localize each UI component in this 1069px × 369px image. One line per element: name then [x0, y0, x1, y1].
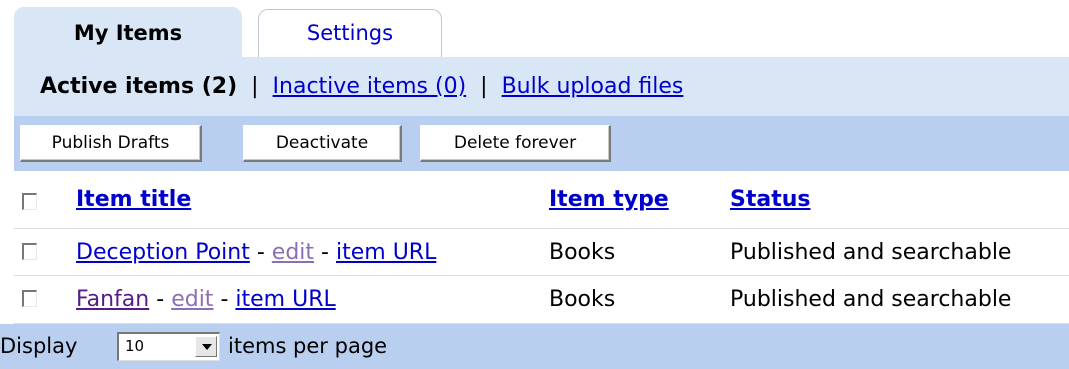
tab-my-items[interactable]: My Items — [14, 7, 242, 57]
action-toolbar: Publish Drafts Deactivate Delete forever — [14, 116, 1069, 171]
item-title-link[interactable]: Fanfan — [76, 287, 149, 312]
table-row: Deception Point - edit - item URL Books … — [14, 228, 1069, 276]
items-per-page-value: 10 — [125, 337, 145, 355]
sort-item-type-link[interactable]: Item type — [549, 187, 669, 212]
display-label: Display — [0, 334, 78, 358]
item-type-cell: Books — [549, 240, 616, 265]
sort-status-link[interactable]: Status — [730, 187, 810, 212]
status-cell: Published and searchable — [730, 240, 1012, 265]
publish-drafts-button[interactable]: Publish Drafts — [20, 125, 202, 162]
dash-separator: - — [220, 287, 229, 312]
separator: | — [480, 74, 488, 99]
chevron-down-icon[interactable] — [195, 336, 217, 357]
sort-item-title-link[interactable]: Item title — [76, 187, 191, 212]
separator: | — [251, 74, 259, 99]
row-checkbox[interactable] — [22, 243, 37, 260]
select-all-checkbox[interactable] — [22, 193, 37, 210]
item-title-link[interactable]: Deception Point — [76, 240, 250, 265]
filter-bar: Active items (2) | Inactive items (0) | Bulk… — [14, 57, 1069, 116]
dash-separator: - — [321, 240, 329, 265]
item-title-cell: Fanfan - edit - item URL — [76, 276, 336, 324]
items-per-page-select[interactable]: 10 — [117, 332, 220, 361]
row-checkbox[interactable] — [22, 290, 37, 307]
item-url-link[interactable]: item URL — [235, 287, 335, 312]
edit-link[interactable]: edit — [272, 240, 314, 265]
table-header-row: Item title Item type Status — [14, 171, 1069, 227]
item-url-link[interactable]: item URL — [336, 240, 436, 265]
active-items-label: Active items (2) — [40, 74, 238, 99]
deactivate-button[interactable]: Deactivate — [243, 125, 402, 162]
pagination-bar: Display 10 items per page — [0, 324, 1069, 369]
delete-forever-button[interactable]: Delete forever — [420, 125, 611, 162]
bulk-upload-link[interactable]: Bulk upload files — [502, 74, 684, 99]
items-per-page-label: items per page — [228, 334, 388, 358]
item-type-cell: Books — [549, 287, 616, 312]
dash-separator: - — [256, 240, 265, 265]
tab-settings[interactable]: Settings — [258, 9, 442, 57]
dash-separator: - — [156, 287, 165, 312]
item-title-cell: Deception Point - edit - item URL — [76, 229, 436, 277]
tab-bar: My Items Settings — [14, 7, 454, 57]
inactive-items-link[interactable]: Inactive items (0) — [273, 74, 467, 99]
table-row: Fanfan - edit - item URL Books Published… — [14, 276, 1069, 324]
edit-link[interactable]: edit — [171, 287, 213, 312]
status-cell: Published and searchable — [730, 287, 1012, 312]
